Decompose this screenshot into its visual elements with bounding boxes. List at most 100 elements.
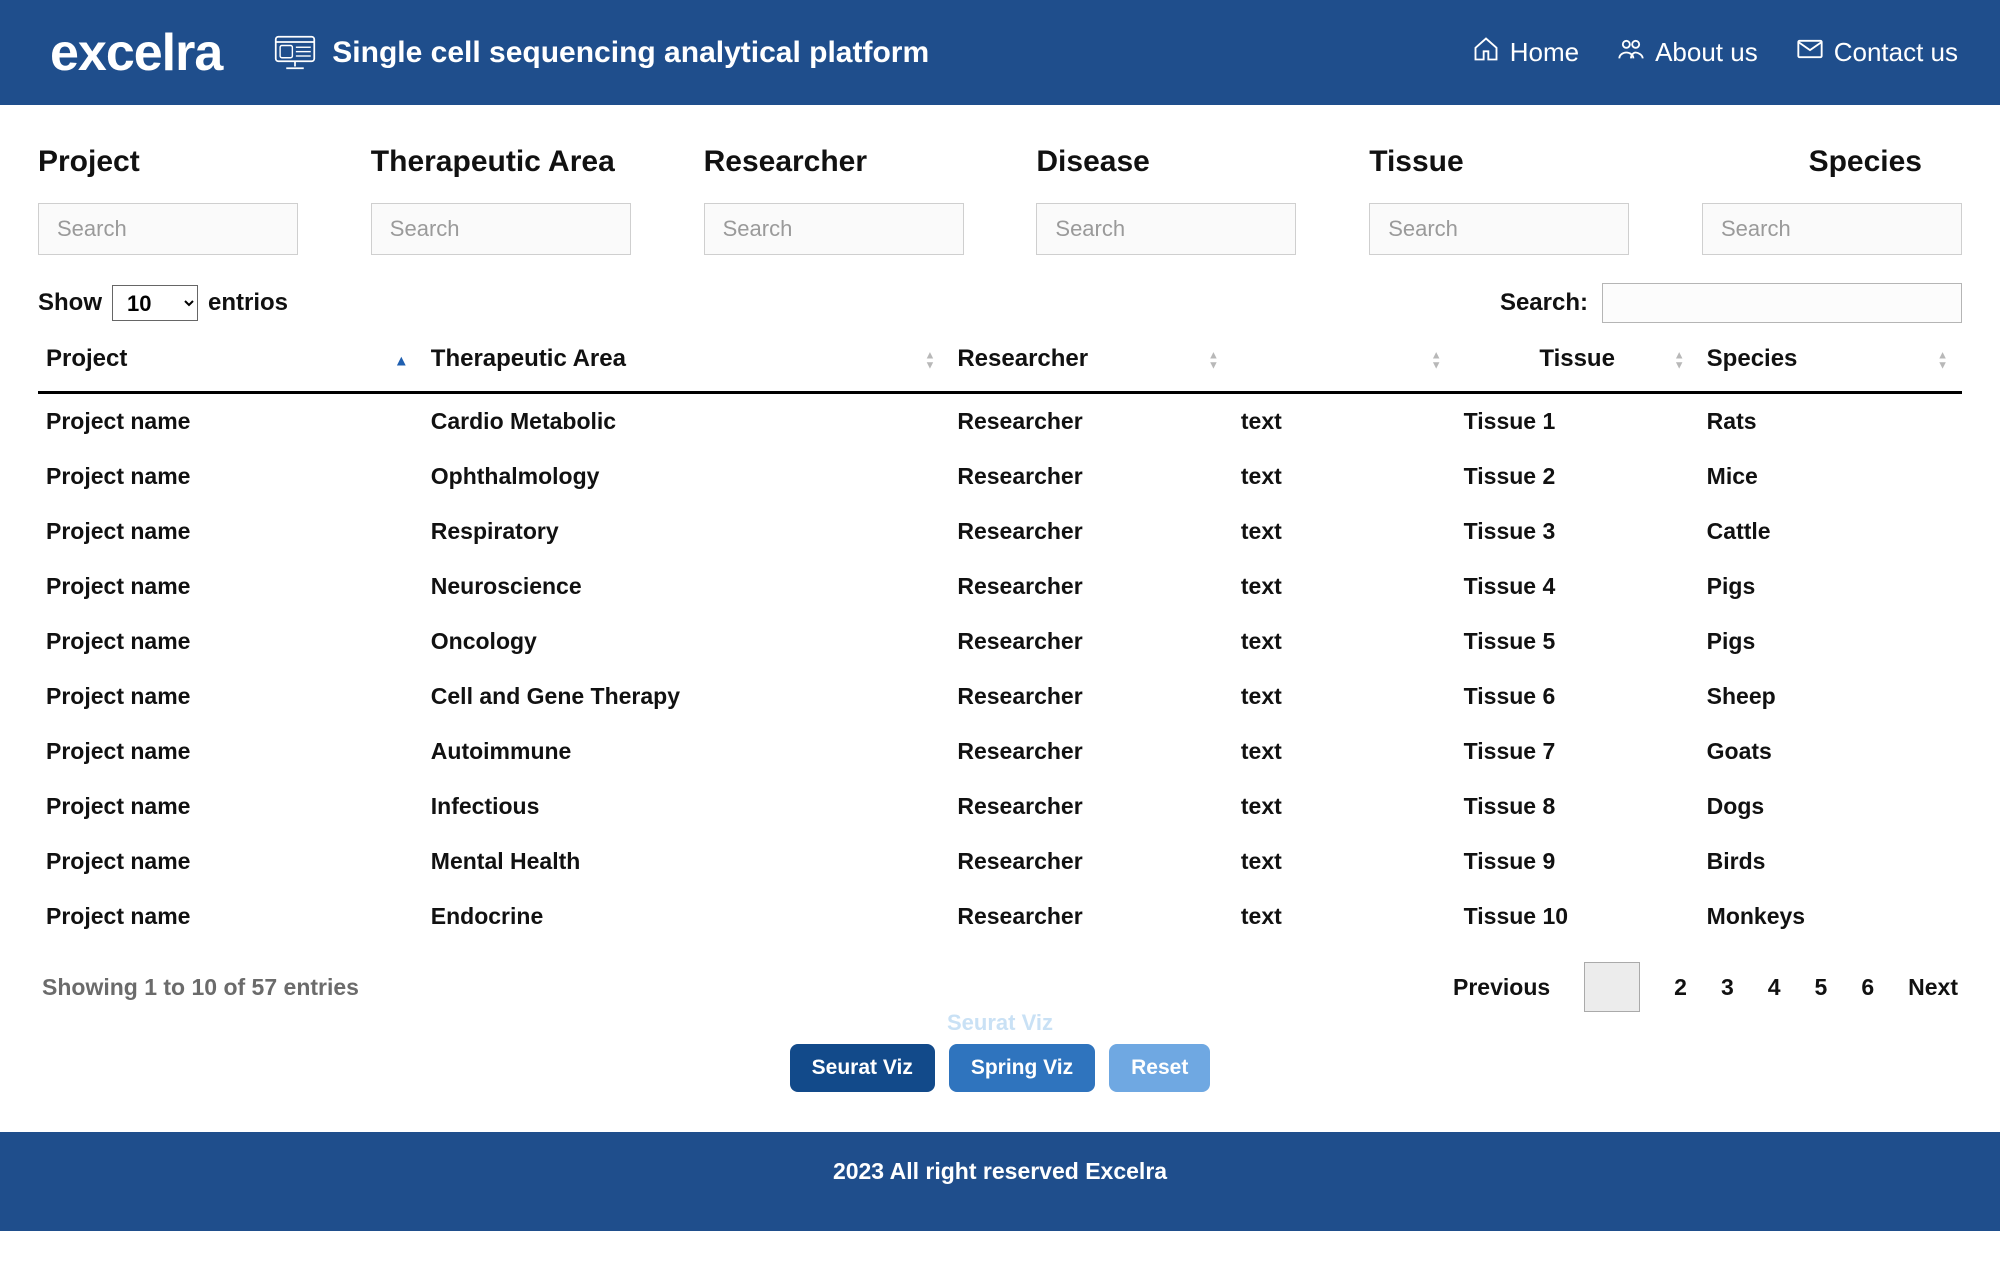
- cell-project: Project name: [38, 504, 423, 559]
- filter-researcher: Researcher: [704, 145, 964, 255]
- cell-species: Goats: [1699, 724, 1962, 779]
- app-title: Single cell sequencing analytical platfo…: [332, 36, 929, 70]
- app-icon: [274, 35, 316, 71]
- filter-therapeutic-input[interactable]: [371, 203, 631, 255]
- cell-species: Dogs: [1699, 779, 1962, 834]
- nav-about[interactable]: About us: [1617, 35, 1758, 70]
- cell-researcher: Researcher: [949, 724, 1233, 779]
- pager-page-4[interactable]: 4: [1768, 974, 1781, 1001]
- cell-species: Sheep: [1699, 669, 1962, 724]
- cell-researcher: Researcher: [949, 889, 1233, 944]
- pager-page-2[interactable]: 2: [1674, 974, 1687, 1001]
- table-header-row: Project ▲ Therapeutic Area ▲▼ Researcher…: [38, 331, 1962, 393]
- col-species[interactable]: Species ▲▼: [1699, 331, 1962, 393]
- filter-disease: Disease: [1036, 145, 1296, 255]
- col-researcher[interactable]: Researcher ▲▼: [949, 331, 1233, 393]
- cell-disease: text: [1233, 779, 1456, 834]
- cell-researcher: Researcher: [949, 834, 1233, 889]
- nav-contact[interactable]: Contact us: [1796, 35, 1958, 70]
- nav-contact-label: Contact us: [1834, 37, 1958, 68]
- entries-select[interactable]: 10: [112, 285, 198, 321]
- cell-tissue: Tissue 2: [1456, 449, 1699, 504]
- showing-text: Showing 1 to 10 of 57 entries: [42, 974, 359, 1001]
- table-row[interactable]: Project nameCell and Gene TherapyResearc…: [38, 669, 1962, 724]
- pager-current[interactable]: [1584, 962, 1640, 1012]
- cell-species: Rats: [1699, 393, 1962, 450]
- cell-disease: text: [1233, 889, 1456, 944]
- cell-researcher: Researcher: [949, 614, 1233, 669]
- table-row[interactable]: Project nameMental HealthResearchertextT…: [38, 834, 1962, 889]
- filter-project-input[interactable]: [38, 203, 298, 255]
- col-tissue[interactable]: Tissue ▲▼: [1456, 331, 1699, 393]
- data-table: Project ▲ Therapeutic Area ▲▼ Researcher…: [38, 331, 1962, 944]
- table-row[interactable]: Project nameInfectiousResearchertextTiss…: [38, 779, 1962, 834]
- cell-project: Project name: [38, 449, 423, 504]
- table-row[interactable]: Project nameRespiratoryResearchertextTis…: [38, 504, 1962, 559]
- reset-button[interactable]: Reset: [1109, 1044, 1210, 1092]
- pager-prev[interactable]: Previous: [1453, 974, 1550, 1001]
- filter-tissue-label: Tissue: [1369, 145, 1629, 179]
- global-search-input[interactable]: [1602, 283, 1962, 323]
- page-footer: 2023 All right reserved Excelra: [0, 1132, 2000, 1231]
- filter-therapeutic-label: Therapeutic Area: [371, 145, 631, 179]
- filter-species-input[interactable]: [1702, 203, 1962, 255]
- cell-disease: text: [1233, 724, 1456, 779]
- pager-page-6[interactable]: 6: [1861, 974, 1874, 1001]
- cell-disease: text: [1233, 393, 1456, 450]
- sort-icon: ▲▼: [924, 352, 935, 371]
- global-search-label: Search:: [1500, 289, 1588, 317]
- spring-viz-button[interactable]: Spring Viz: [949, 1044, 1095, 1092]
- table-row[interactable]: Project nameOphthalmologyResearchertextT…: [38, 449, 1962, 504]
- cell-tissue: Tissue 1: [1456, 393, 1699, 450]
- footer-text: 2023 All right reserved Excelra: [833, 1158, 1167, 1184]
- filter-tissue-input[interactable]: [1369, 203, 1629, 255]
- cell-researcher: Researcher: [949, 393, 1233, 450]
- col-species-label: Species: [1707, 345, 1798, 372]
- cell-researcher: Researcher: [949, 559, 1233, 614]
- pager-page-5[interactable]: 5: [1815, 974, 1828, 1001]
- cell-project: Project name: [38, 889, 423, 944]
- filter-researcher-label: Researcher: [704, 145, 964, 179]
- cell-therapeutic_area: Autoimmune: [423, 724, 950, 779]
- cell-tissue: Tissue 5: [1456, 614, 1699, 669]
- col-therapeutic-label: Therapeutic Area: [431, 345, 626, 372]
- seurat-viz-button[interactable]: Seurat Viz: [790, 1044, 935, 1092]
- pager-page-3[interactable]: 3: [1721, 974, 1734, 1001]
- filter-researcher-input[interactable]: [704, 203, 964, 255]
- cell-therapeutic_area: Mental Health: [423, 834, 950, 889]
- col-therapeutic[interactable]: Therapeutic Area ▲▼: [423, 331, 950, 393]
- nav-home[interactable]: Home: [1472, 35, 1579, 70]
- table-row[interactable]: Project nameOncologyResearchertextTissue…: [38, 614, 1962, 669]
- filter-therapeutic: Therapeutic Area: [371, 145, 631, 255]
- action-row: Seurat Viz Seurat Viz Spring Viz Reset: [0, 1022, 2000, 1132]
- table-row[interactable]: Project nameAutoimmuneResearchertextTiss…: [38, 724, 1962, 779]
- table-controls: Show 10 entrios Search:: [0, 265, 2000, 331]
- cell-researcher: Researcher: [949, 449, 1233, 504]
- table-row[interactable]: Project nameEndocrineResearchertextTissu…: [38, 889, 1962, 944]
- cell-therapeutic_area: Cardio Metabolic: [423, 393, 950, 450]
- cell-project: Project name: [38, 724, 423, 779]
- col-project[interactable]: Project ▲: [38, 331, 423, 393]
- table-row[interactable]: Project nameCardio MetabolicResearcherte…: [38, 393, 1962, 450]
- pager-next[interactable]: Next: [1908, 974, 1958, 1001]
- cell-species: Monkeys: [1699, 889, 1962, 944]
- cell-project: Project name: [38, 669, 423, 724]
- cell-tissue: Tissue 6: [1456, 669, 1699, 724]
- filter-disease-input[interactable]: [1036, 203, 1296, 255]
- cell-therapeutic_area: Oncology: [423, 614, 950, 669]
- sort-icon: ▲▼: [1208, 352, 1219, 371]
- cell-tissue: Tissue 8: [1456, 779, 1699, 834]
- filter-species: Species: [1702, 145, 1962, 255]
- brand-logo-text: excelra: [50, 24, 222, 82]
- cell-tissue: Tissue 10: [1456, 889, 1699, 944]
- cell-species: Pigs: [1699, 559, 1962, 614]
- cell-researcher: Researcher: [949, 779, 1233, 834]
- table-row[interactable]: Project nameNeuroscienceResearchertextTi…: [38, 559, 1962, 614]
- data-table-wrap: Project ▲ Therapeutic Area ▲▼ Researcher…: [0, 331, 2000, 944]
- cell-project: Project name: [38, 393, 423, 450]
- cell-species: Mice: [1699, 449, 1962, 504]
- filter-project-label: Project: [38, 145, 298, 179]
- col-disease[interactable]: ▲▼: [1233, 331, 1456, 393]
- filter-project: Project: [38, 145, 298, 255]
- pager: Previous 2 3 4 5 6 Next: [1453, 962, 1958, 1012]
